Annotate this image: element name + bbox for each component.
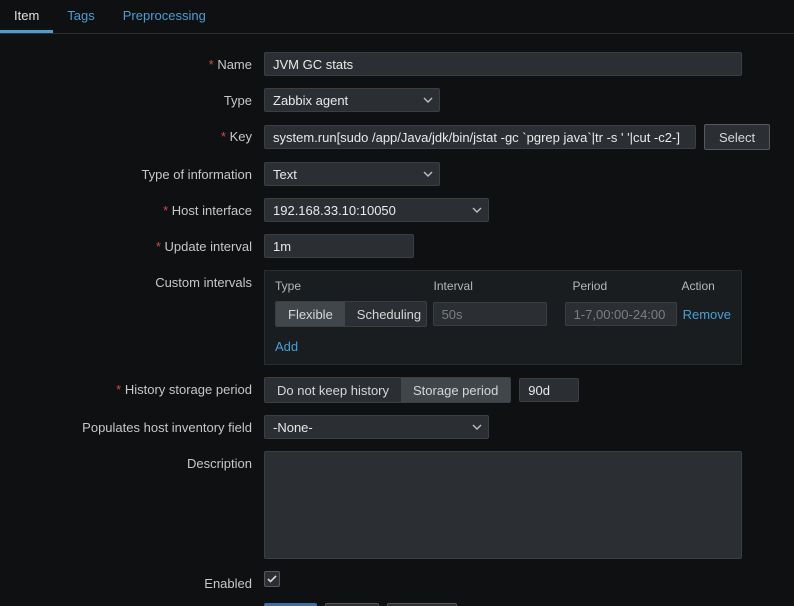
label-custom-intervals: Custom intervals bbox=[6, 270, 264, 290]
ci-period-input[interactable] bbox=[565, 302, 677, 326]
tab-tags[interactable]: Tags bbox=[53, 0, 108, 33]
ci-scheduling-option[interactable]: Scheduling bbox=[345, 302, 427, 326]
ci-header-action: Action bbox=[681, 279, 731, 293]
tabs-bar: Item Tags Preprocessing bbox=[0, 0, 794, 34]
tab-preprocessing[interactable]: Preprocessing bbox=[109, 0, 220, 33]
chevron-down-icon bbox=[423, 169, 433, 179]
select-button[interactable]: Select bbox=[704, 124, 770, 150]
inventory-select[interactable]: -None- bbox=[264, 415, 489, 439]
label-name: Name bbox=[6, 52, 264, 72]
custom-intervals-panel: Type Interval Period Action Flexible Sch… bbox=[264, 270, 742, 365]
label-enabled: Enabled bbox=[6, 571, 264, 591]
type-info-select-value: Text bbox=[273, 167, 297, 182]
tab-item[interactable]: Item bbox=[0, 0, 53, 33]
update-interval-input[interactable] bbox=[264, 234, 414, 258]
type-info-select[interactable]: Text bbox=[264, 162, 440, 186]
label-description: Description bbox=[6, 451, 264, 471]
item-form: Name Type Zabbix agent Key Select Type o… bbox=[0, 34, 794, 606]
ci-flexible-option[interactable]: Flexible bbox=[276, 302, 345, 326]
description-textarea[interactable] bbox=[264, 451, 742, 559]
type-select-value: Zabbix agent bbox=[273, 93, 348, 108]
chevron-down-icon bbox=[423, 95, 433, 105]
history-do-not-keep-option[interactable]: Do not keep history bbox=[265, 378, 401, 402]
ci-add-link[interactable]: Add bbox=[275, 339, 298, 354]
label-key: Key bbox=[6, 124, 264, 144]
ci-header-period: Period bbox=[572, 279, 681, 293]
type-select[interactable]: Zabbix agent bbox=[264, 88, 440, 112]
history-storage-period-option[interactable]: Storage period bbox=[401, 378, 510, 402]
history-period-input[interactable] bbox=[519, 378, 579, 402]
label-type: Type bbox=[6, 88, 264, 108]
label-inventory: Populates host inventory field bbox=[6, 415, 264, 435]
history-segmented: Do not keep history Storage period bbox=[264, 377, 511, 403]
label-type-info: Type of information bbox=[6, 162, 264, 182]
host-interface-value: 192.168.33.10:10050 bbox=[273, 203, 396, 218]
inventory-select-value: -None- bbox=[273, 420, 313, 435]
ci-header-type: Type bbox=[275, 279, 434, 293]
label-history-storage: History storage period bbox=[6, 377, 264, 397]
ci-interval-input[interactable] bbox=[433, 302, 547, 326]
enabled-checkbox[interactable] bbox=[264, 571, 280, 587]
chevron-down-icon bbox=[472, 205, 482, 215]
key-input[interactable] bbox=[264, 125, 696, 149]
ci-type-segmented: Flexible Scheduling bbox=[275, 301, 427, 327]
ci-header-interval: Interval bbox=[434, 279, 553, 293]
chevron-down-icon bbox=[472, 422, 482, 432]
host-interface-select[interactable]: 192.168.33.10:10050 bbox=[264, 198, 489, 222]
label-host-interface: Host interface bbox=[6, 198, 264, 218]
name-input[interactable] bbox=[264, 52, 742, 76]
label-update-interval: Update interval bbox=[6, 234, 264, 254]
ci-remove-link[interactable]: Remove bbox=[683, 307, 731, 322]
